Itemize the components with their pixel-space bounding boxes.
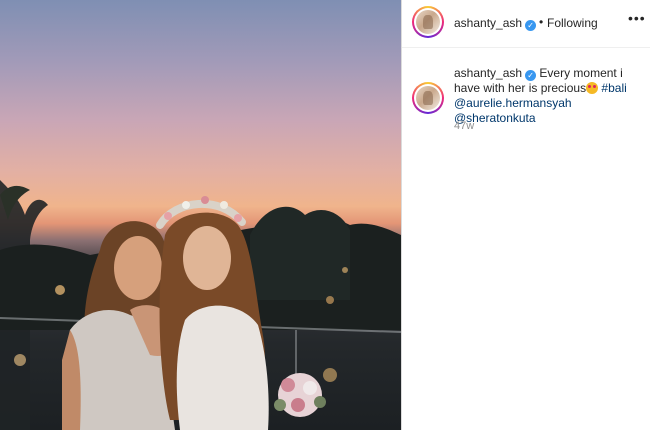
- post-header: ashanty_ash ✓ • Following •••: [402, 0, 650, 48]
- author-avatar[interactable]: [412, 6, 444, 38]
- caption-author-avatar[interactable]: [412, 82, 444, 114]
- post-photo[interactable]: [0, 0, 401, 430]
- mention-aurelie[interactable]: @aurelie.hermansyah: [454, 96, 572, 110]
- following-button[interactable]: Following: [547, 16, 598, 30]
- verified-badge-icon: ✓: [525, 20, 537, 31]
- photo-scene: [0, 180, 401, 430]
- post-caption: ashanty_ash ✓ Every moment i have with he…: [454, 66, 644, 126]
- more-options-icon[interactable]: •••: [628, 10, 646, 26]
- post-timestamp[interactable]: 47w: [454, 120, 474, 132]
- heart-eyes-emoji-icon: [586, 82, 599, 94]
- author-username[interactable]: ashanty_ash: [454, 16, 522, 30]
- caption-username[interactable]: ashanty_ash: [454, 66, 522, 80]
- hashtag-bali[interactable]: #bali: [601, 81, 626, 95]
- post-details-panel: ashanty_ash ✓ • Following ••• ashanty_ash…: [402, 0, 650, 430]
- separator-dot: •: [539, 15, 544, 29]
- author-username-line: ashanty_ash ✓: [454, 16, 537, 31]
- caption-verified-badge-icon: ✓: [525, 70, 537, 81]
